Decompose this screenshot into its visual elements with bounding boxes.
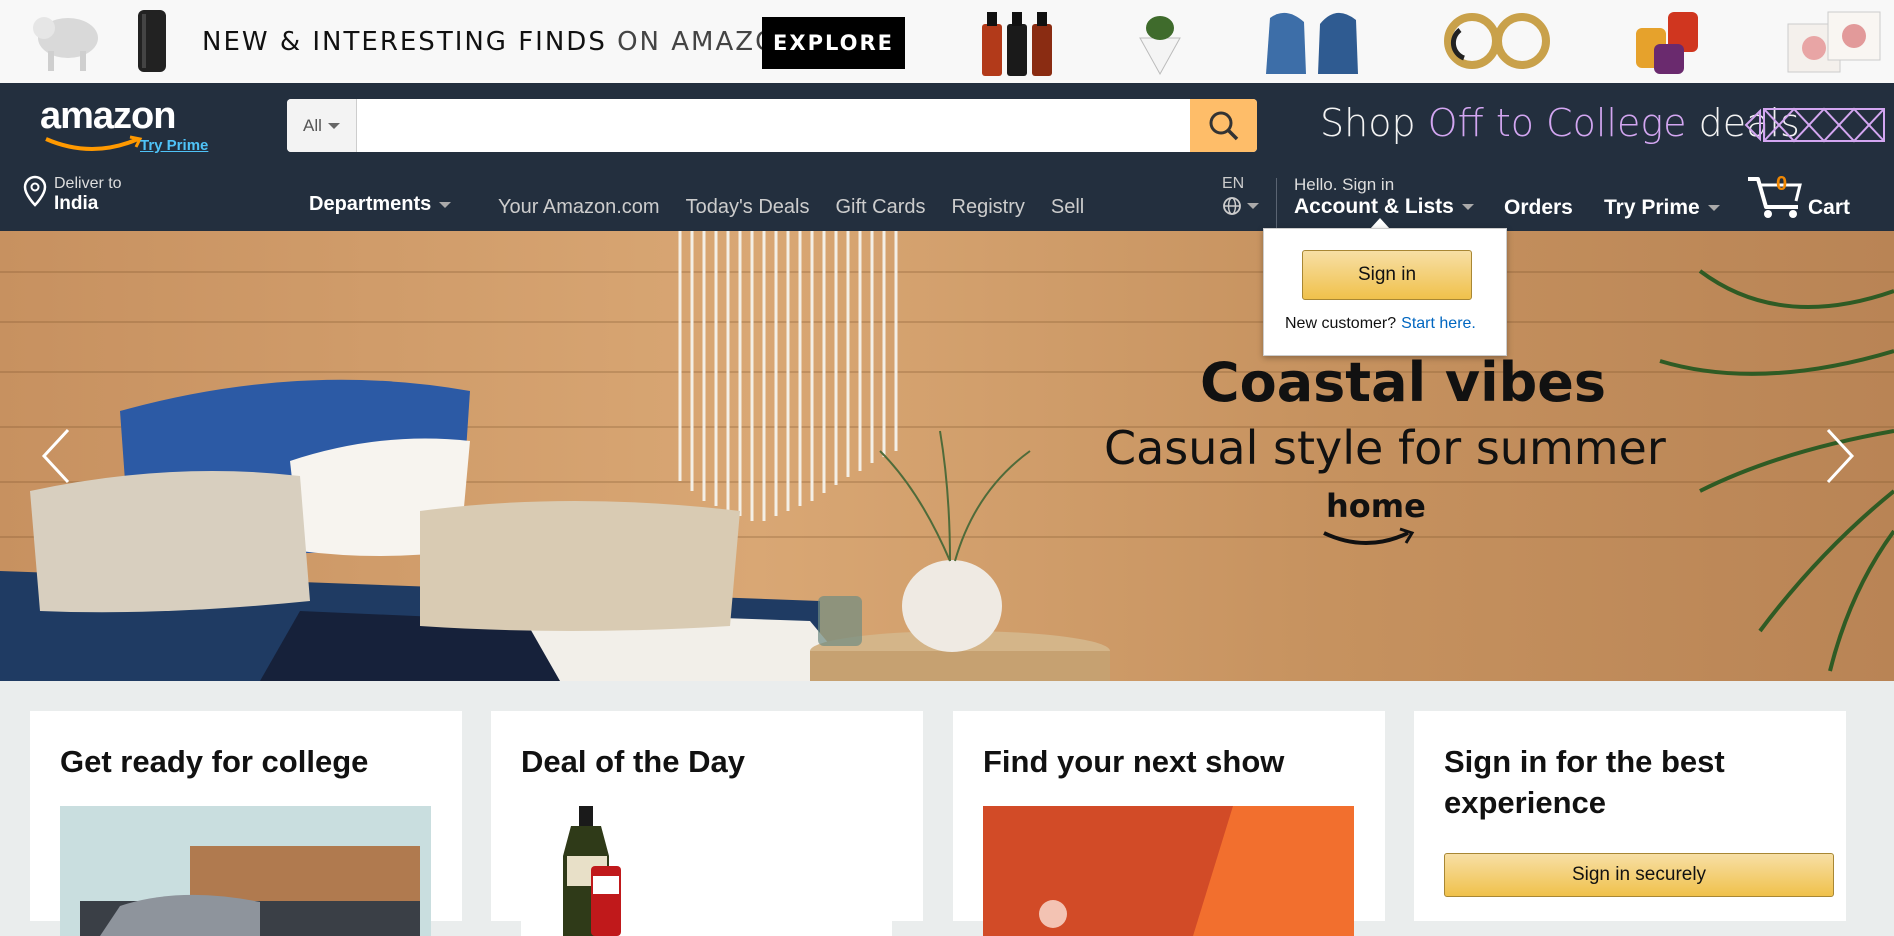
card-title: Deal of the Day: [521, 744, 745, 779]
agate-bookends-image: [1266, 12, 1358, 74]
promo-banner[interactable]: NEW & INTERESTING FINDS ON AMAZON EXPLOR…: [0, 0, 1894, 83]
college-room-image[interactable]: [60, 806, 431, 936]
account-lists-label: Account & Lists: [1294, 195, 1454, 218]
language-code: EN: [1222, 175, 1245, 192]
candle-holders-image: [1636, 12, 1698, 74]
smile-arrow-icon: [45, 135, 143, 151]
amazon-logo[interactable]: amazon Try Prime: [40, 95, 208, 154]
anatomy-cards-image: [1787, 11, 1881, 73]
cart-count: 0: [1776, 173, 1788, 195]
search-icon: [1209, 111, 1238, 140]
account-flyout: Sign in New customer? Start here.: [1263, 228, 1507, 356]
deliver-to-location[interactable]: Deliver to India: [22, 175, 122, 215]
hero-title: Coastal vibes: [1200, 351, 1607, 414]
card-title: Find your next show: [983, 744, 1285, 779]
search-category-dropdown[interactable]: All: [287, 99, 357, 152]
account-lists-menu[interactable]: Hello. Sign in Account & Lists: [1294, 175, 1474, 219]
search-bar: All: [287, 99, 1257, 152]
nav-divider: [1276, 178, 1277, 228]
language-selector[interactable]: EN: [1222, 175, 1259, 216]
search-input[interactable]: [357, 99, 1190, 152]
nav-link-registry[interactable]: Registry: [952, 196, 1025, 219]
nav-link-sell[interactable]: Sell: [1051, 196, 1084, 219]
deal-product-image[interactable]: [521, 806, 892, 936]
chevron-down-icon: [1247, 203, 1259, 209]
deliver-country: India: [54, 193, 99, 214]
swm-lattice-graphic: [1744, 107, 1885, 143]
flyout-sign-in-button[interactable]: Sign in: [1302, 250, 1472, 300]
moon-rings-image: [1444, 13, 1550, 69]
carousel-prev-arrow[interactable]: [38, 426, 74, 486]
search-button[interactable]: [1190, 99, 1257, 152]
location-pin-icon: [23, 175, 47, 207]
chevron-down-icon: [439, 201, 452, 208]
globe-icon: [1223, 197, 1241, 215]
card-title: Get ready for college: [60, 744, 369, 779]
carousel-next-arrow[interactable]: [1822, 426, 1858, 486]
black-vase-image: [138, 10, 166, 72]
start-here-link[interactable]: Start here.: [1401, 315, 1476, 332]
cart-link[interactable]: 0 Cart: [1746, 173, 1850, 224]
nav-link-gift-cards[interactable]: Gift Cards: [835, 196, 925, 219]
explore-button[interactable]: EXPLORE: [762, 17, 905, 69]
account-greeting: Hello. Sign in: [1294, 175, 1395, 194]
orders-link[interactable]: Orders: [1504, 196, 1573, 220]
nav-link-todays-deals[interactable]: Today's Deals: [686, 196, 810, 219]
hero-subtitle: Casual style for summer: [1104, 421, 1666, 475]
departments-menu[interactable]: Departments: [309, 193, 452, 216]
sauce-bottles-image: [982, 12, 1052, 76]
card-sign-in: Sign in for the best experience Sign in …: [1414, 711, 1846, 921]
deliver-label: Deliver to: [54, 175, 122, 192]
promo-text: NEW & INTERESTING FINDS ON AMAZON: [202, 27, 800, 57]
sign-in-securely-button[interactable]: Sign in securely: [1444, 853, 1834, 897]
sheep-figurine-image: [33, 17, 98, 71]
hanging-planter-image: [1139, 16, 1181, 76]
hero-carousel[interactable]: Coastal vibes Casual style for summer ho…: [0, 231, 1894, 681]
card-find-next-show[interactable]: Find your next show: [953, 711, 1385, 936]
new-customer-row: New customer? Start here.: [1285, 315, 1476, 332]
nav-links: Your Amazon.com Today's Deals Gift Cards…: [498, 196, 1084, 219]
chevron-down-icon: [1461, 204, 1474, 210]
card-college[interactable]: Get ready for college: [30, 711, 462, 936]
card-deal-of-the-day[interactable]: Deal of the Day: [491, 711, 923, 936]
navigation-bar: amazon Try Prime All Shop Off to College…: [0, 83, 1894, 231]
cart-icon: [1748, 177, 1802, 218]
chevron-down-icon: [327, 122, 340, 129]
try-prime-menu[interactable]: Try Prime: [1604, 196, 1720, 220]
try-prime-link[interactable]: Try Prime: [140, 137, 208, 154]
chevron-down-icon: [1707, 205, 1720, 211]
cart-label: Cart: [1808, 196, 1851, 219]
amazon-smile-icon: [1323, 527, 1415, 545]
show-promo-image[interactable]: [983, 806, 1354, 936]
nav-link-your-amazon[interactable]: Your Amazon.com: [498, 196, 660, 219]
swm-promo-text[interactable]: Shop Off to College deals: [1320, 101, 1800, 145]
card-title: Sign in for the best experience: [1444, 744, 1725, 820]
hero-brand: home: [1326, 487, 1426, 525]
